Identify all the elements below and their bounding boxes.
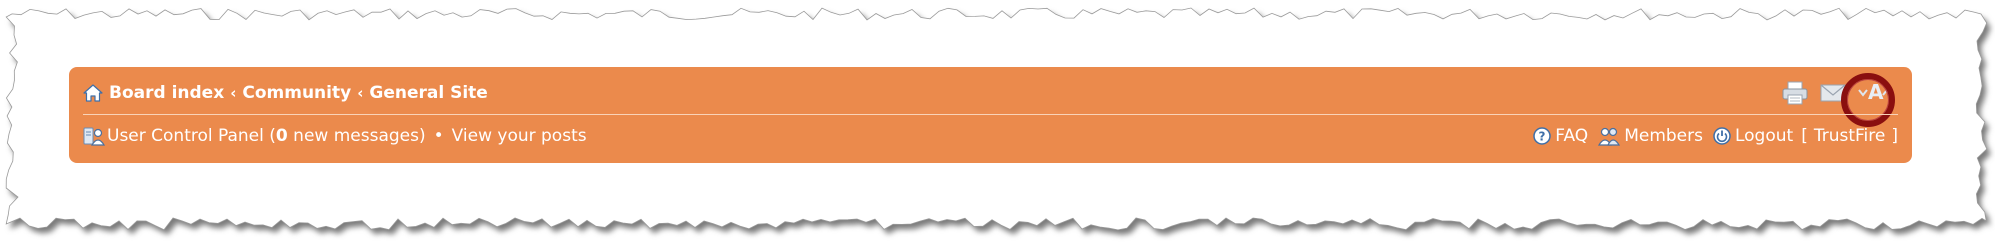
- breadcrumb-general-site[interactable]: General Site: [369, 83, 487, 103]
- user-control-panel-link[interactable]: User Control Panel: [107, 126, 264, 146]
- messages-open: (: [263, 126, 276, 146]
- members-icon: [1598, 126, 1621, 146]
- highlight-circle: [1841, 73, 1895, 127]
- breadcrumb-board-index[interactable]: Board index: [109, 83, 224, 103]
- screenshot-stage: Board index ‹ Community ‹ General Site A…: [0, 0, 1995, 247]
- chevron-left-icon: ‹: [357, 84, 364, 102]
- new-messages-label[interactable]: new messages): [288, 126, 425, 146]
- divider: [83, 114, 1898, 115]
- breadcrumb: Board index ‹ Community ‹ General Site: [83, 83, 488, 103]
- user-row: User Control Panel ( 0 new messages) • V…: [83, 122, 1898, 150]
- svg-text:?: ?: [1539, 130, 1546, 144]
- faq-link[interactable]: ? FAQ: [1533, 126, 1588, 146]
- username-bracket-open: [: [1801, 126, 1808, 146]
- breadcrumb-row: Board index ‹ Community ‹ General Site A: [83, 73, 1898, 127]
- breadcrumb-community[interactable]: Community: [242, 83, 351, 103]
- members-link[interactable]: Members: [1598, 126, 1703, 146]
- view-your-posts-link[interactable]: View your posts: [452, 126, 587, 146]
- account-links: ? FAQ Members Logout [TrustFire]: [1523, 126, 1898, 146]
- home-icon[interactable]: [83, 84, 103, 102]
- logout-label: Logout: [1734, 126, 1794, 146]
- navbar: Board index ‹ Community ‹ General Site A…: [69, 67, 1912, 163]
- username-bracket-close: ]: [1891, 126, 1898, 146]
- power-icon: [1713, 127, 1731, 145]
- new-messages-count[interactable]: 0: [276, 126, 288, 146]
- logout-link[interactable]: Logout [ TrustFire ]: [1713, 126, 1898, 146]
- faq-label: FAQ: [1555, 126, 1589, 146]
- username: TrustFire: [1813, 126, 1886, 146]
- chevron-left-icon: ‹: [230, 84, 237, 102]
- members-label: Members: [1624, 126, 1703, 146]
- user-links: User Control Panel ( 0 new messages) • V…: [83, 126, 587, 146]
- print-icon[interactable]: [1780, 78, 1810, 108]
- question-icon: ?: [1533, 127, 1551, 145]
- bullet-separator: •: [433, 126, 444, 146]
- user-control-panel-icon[interactable]: [83, 126, 105, 146]
